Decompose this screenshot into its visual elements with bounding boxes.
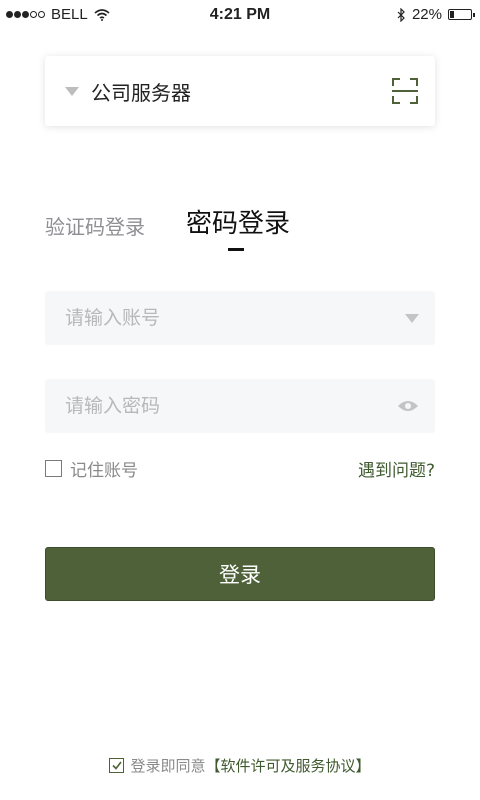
server-selector[interactable]: 公司服务器 <box>45 56 435 126</box>
agreement-row: 登录即同意 【软件许可及服务协议】 <box>0 755 480 776</box>
remember-account[interactable]: 记住账号 <box>45 456 138 481</box>
login-button[interactable]: 登录 <box>45 547 435 601</box>
account-input[interactable] <box>63 306 405 330</box>
account-field[interactable] <box>45 291 435 345</box>
active-tab-indicator <box>228 248 244 251</box>
status-right: 22% <box>397 6 475 23</box>
tab-sms-login[interactable]: 验证码登录 <box>45 212 145 242</box>
battery-level <box>450 11 454 18</box>
scan-icon[interactable] <box>391 77 419 105</box>
eye-icon[interactable] <box>397 399 419 413</box>
agreement-checkbox[interactable] <box>109 758 125 773</box>
password-field[interactable] <box>45 379 435 433</box>
bluetooth-icon <box>397 7 405 22</box>
remember-checkbox[interactable] <box>45 460 62 477</box>
password-input[interactable] <box>63 394 397 418</box>
help-link[interactable]: 遇到问题? <box>358 456 435 481</box>
agreement-text: 登录即同意 <box>130 757 206 775</box>
battery-percent: 22% <box>411 6 442 23</box>
check-icon <box>112 761 122 770</box>
login-screen: BELL 4:21 PM 22% 公司服务器 验证码登录 密码登录 请输入账号 … <box>0 0 480 800</box>
server-name: 公司服务器 <box>91 80 191 105</box>
battery-icon <box>448 9 475 20</box>
caret-down-icon <box>65 86 79 96</box>
account-dropdown-icon[interactable] <box>405 313 419 323</box>
status-bar: BELL 4:21 PM 22% <box>0 0 480 30</box>
tab-password-login[interactable]: 密码登录 <box>186 209 290 239</box>
agreement-link[interactable]: 【软件许可及服务协议】 <box>206 755 371 776</box>
remember-label: 记住账号 <box>70 461 138 481</box>
